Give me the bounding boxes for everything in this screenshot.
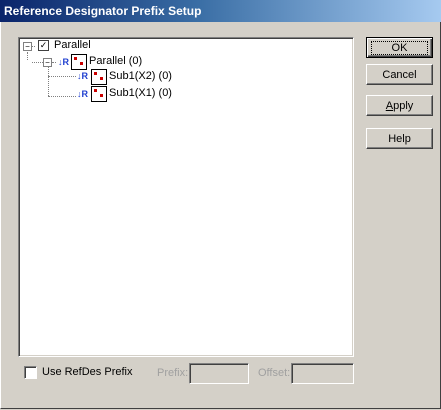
use-refdes-prefix-label: Use RefDes Prefix xyxy=(42,366,133,378)
prefix-input[interactable] xyxy=(189,363,249,384)
tree-line xyxy=(27,52,28,60)
cancel-button[interactable]: Cancel xyxy=(366,64,433,85)
tree-line xyxy=(52,62,56,63)
ref-arrow-icon: ↓R xyxy=(58,57,69,67)
use-refdes-prefix-checkbox[interactable] xyxy=(24,366,37,379)
window-title: Reference Designator Prefix Setup xyxy=(4,4,202,18)
offset-label: Offset: xyxy=(258,367,291,379)
child-expander-icon[interactable]: − xyxy=(43,58,52,67)
schematic-block-icon xyxy=(71,54,87,70)
tree-item-parallel-root[interactable]: Parallel xyxy=(54,39,91,51)
root-expander-icon[interactable]: − xyxy=(23,42,32,51)
apply-button[interactable]: Apply xyxy=(366,95,433,116)
title-bar: Reference Designator Prefix Setup xyxy=(0,0,441,22)
tree-line xyxy=(48,96,76,97)
help-button-label: Help xyxy=(388,133,411,145)
help-button[interactable]: Help xyxy=(366,128,433,149)
schematic-block-icon xyxy=(91,86,107,102)
schematic-block-icon xyxy=(91,69,107,85)
ok-button-label: OK xyxy=(370,41,429,55)
tree-line xyxy=(48,76,76,77)
tree-item-sub1-x1[interactable]: Sub1(X1) (0) xyxy=(109,87,172,99)
tree-line xyxy=(32,62,43,63)
tree-line xyxy=(48,67,49,96)
ref-arrow-icon: ↓R xyxy=(77,89,88,99)
cancel-button-label: Cancel xyxy=(382,69,417,81)
ref-arrow-icon: ↓R xyxy=(77,71,88,81)
tree-line xyxy=(32,46,35,47)
root-checkbox[interactable]: ✓ xyxy=(38,40,49,51)
tree-item-parallel-child[interactable]: Parallel (0) xyxy=(89,55,142,67)
prefix-tree-view[interactable]: − ✓ Parallel − ↓R Parallel (0) ↓R Sub1(X… xyxy=(18,37,354,357)
apply-button-label: Apply xyxy=(385,100,414,112)
tree-item-sub1-x2[interactable]: Sub1(X2) (0) xyxy=(109,70,172,82)
ok-button[interactable]: OK xyxy=(366,37,433,58)
prefix-label: Prefix: xyxy=(157,367,189,379)
offset-input[interactable] xyxy=(291,363,354,384)
